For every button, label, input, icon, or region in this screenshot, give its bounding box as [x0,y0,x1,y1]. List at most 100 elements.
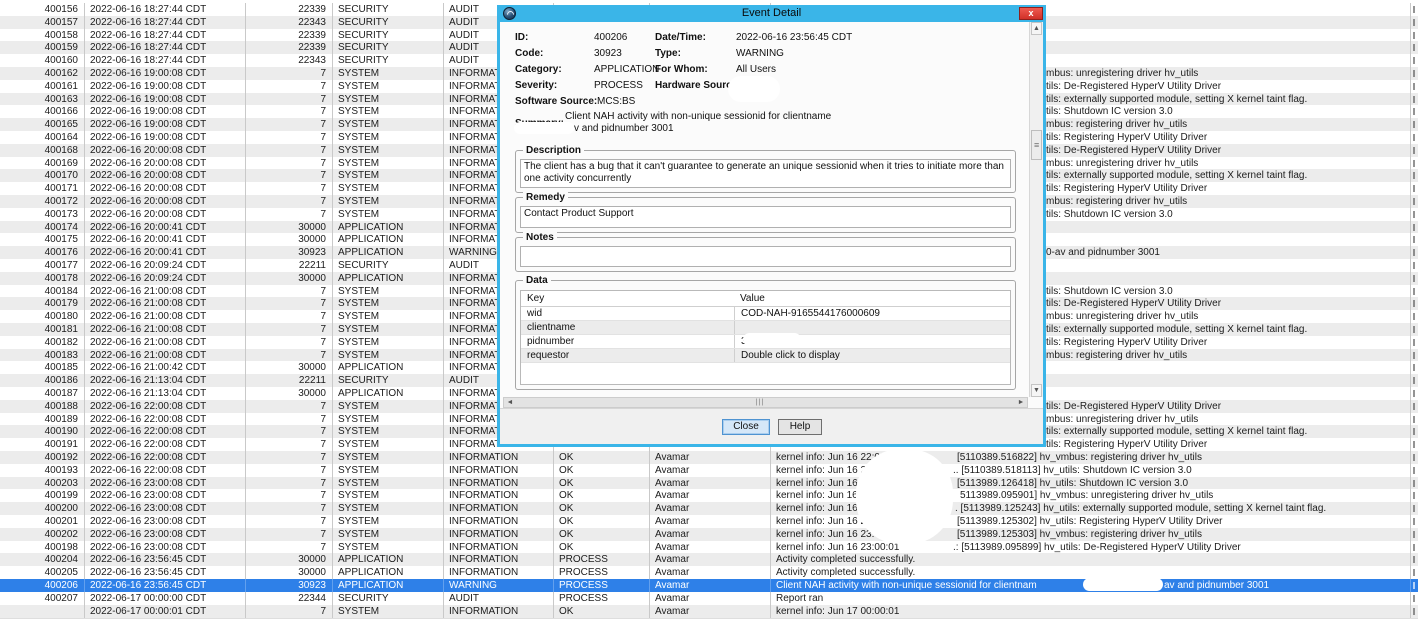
cell-id: 400162 [0,67,85,80]
cell-category: APPLICATION [333,579,444,592]
cell-code: 7 [246,438,333,451]
cell-code: 7 [246,489,333,502]
clipped-next-column-mark [1413,236,1415,243]
data-table-row[interactable]: widCOD-NAH-9165544176000609 [521,307,1010,321]
scroll-down-icon[interactable]: ▼ [1031,384,1042,397]
cell-source: Avamar [650,592,771,605]
cell-id: 400177 [0,259,85,272]
dialog-horizontal-scrollbar[interactable]: ◄ ||| ► [503,397,1028,408]
cell-timestamp: 2022-06-16 23:56:45 CDT [85,579,246,592]
cell-message: Activity completed successfully. [771,553,1411,566]
category-label: Category: [515,64,562,75]
cell-code: 7 [246,323,333,336]
clipped-next-column-mark [1413,582,1415,589]
cell-message-tail: tils: externally supported module, setti… [1046,169,1307,182]
cell-category: APPLICATION [333,221,444,234]
cell-timestamp: 2022-06-16 19:00:08 CDT [85,67,246,80]
cell-id: 400158 [0,29,85,42]
cell-source: Avamar [650,477,771,490]
dialog-title: Event Detail [497,7,1046,19]
cell-timestamp: 2022-06-16 20:00:41 CDT [85,221,246,234]
cell-code: 7 [246,157,333,170]
cell-category: SYSTEM [333,451,444,464]
cell-timestamp: 2022-06-16 18:27:44 CDT [85,29,246,42]
cell-timestamp: 2022-06-16 22:00:08 CDT [85,400,246,413]
type-value: WARNING [736,48,784,59]
scrollbar-grip-icon[interactable]: ||| [751,399,769,406]
cell-category: SECURITY [333,54,444,67]
clipped-next-column-mark [1413,492,1415,499]
key-header: Key [527,291,544,306]
cell-id: 400170 [0,169,85,182]
dialog-vertical-scrollbar[interactable]: ▲ ▼ [1029,22,1043,397]
notes-group: Notes [515,237,1016,272]
clipped-next-column-mark [1413,288,1415,295]
cell-category: SYSTEM [333,67,444,80]
description-group: Description The client has a bug that it… [515,150,1016,193]
cell-message: Report ran [771,592,1411,605]
vertical-scrollbar-thumb[interactable] [1031,130,1042,160]
cell-code: 7 [246,502,333,515]
cell-category: SYSTEM [333,515,444,528]
cell-code: 7 [246,182,333,195]
cell-timestamp: 2022-06-17 00:00:00 CDT [85,592,246,605]
notes-text[interactable] [520,246,1011,267]
cell-code: 7 [246,425,333,438]
cell-category: SYSTEM [333,477,444,490]
scroll-left-icon[interactable]: ◄ [504,398,516,407]
cell-code: 7 [246,336,333,349]
clipped-next-column-mark [1413,300,1415,307]
cell-category: SYSTEM [333,169,444,182]
cell-id: 400180 [0,310,85,323]
id-label: ID: [515,32,528,43]
cell-timestamp: 2022-06-16 23:56:45 CDT [85,553,246,566]
cell-id: 400193 [0,464,85,477]
table-row[interactable]: 2022-06-17 00:00:01 CDT7SYSTEMINFORMATIO… [0,605,1418,619]
cell-message-tail: tils: Registering HyperV Utility Driver [1046,336,1207,349]
cell-message-after-redaction: [5113989.125303] hv_vmbus: registering d… [957,528,1202,541]
cell-category: SYSTEM [333,195,444,208]
cell-category: SYSTEM [333,297,444,310]
cell-source: Avamar [650,528,771,541]
data-key: requestor [527,349,569,362]
clipped-next-column-mark [1413,441,1415,448]
cell-timestamp: 2022-06-16 19:00:08 CDT [85,93,246,106]
cell-timestamp: 2022-06-16 18:27:44 CDT [85,3,246,16]
cell-code: 30000 [246,387,333,400]
clipped-next-column-mark [1413,275,1415,282]
cell-status: OK [554,451,650,464]
cell-category: SYSTEM [333,605,444,618]
clipped-next-column-mark [1413,83,1415,90]
cell-timestamp: 2022-06-16 18:27:44 CDT [85,16,246,29]
cell-code: 7 [246,605,333,618]
description-text[interactable]: The client has a bug that it can't guara… [520,159,1011,188]
cell-code: 7 [246,515,333,528]
cell-timestamp: 2022-06-16 20:00:08 CDT [85,144,246,157]
cell-status: PROCESS [554,579,650,592]
clipped-next-column-mark [1413,211,1415,218]
clipped-next-column-mark [1413,454,1415,461]
cell-code: 7 [246,105,333,118]
cell-code: 22339 [246,41,333,54]
cell-message: kernel info: Jun 16 23:00:01.: [5113989.… [771,541,1411,554]
close-icon[interactable]: x [1019,7,1043,20]
scroll-up-icon[interactable]: ▲ [1031,22,1042,35]
help-button[interactable]: Help [778,419,822,435]
clipped-next-column-mark [1413,428,1415,435]
cell-status: OK [554,464,650,477]
cell-id: 400183 [0,349,85,362]
cell-id: 400202 [0,528,85,541]
cell-timestamp: 2022-06-16 20:00:41 CDT [85,246,246,259]
close-button[interactable]: Close [722,419,770,435]
severity-label: Severity: [515,80,557,91]
cell-category: SYSTEM [333,528,444,541]
clipped-next-column-mark [1413,313,1415,320]
clipped-next-column-mark [1413,224,1415,231]
cell-code: 22211 [246,259,333,272]
cell-source: Avamar [650,451,771,464]
remedy-text[interactable]: Contact Product Support [520,206,1011,228]
dialog-titlebar[interactable]: Event Detail x [497,5,1046,22]
data-table-row[interactable]: requestorDouble click to display [521,349,1010,363]
cell-id: 400191 [0,438,85,451]
scroll-right-icon[interactable]: ► [1015,398,1027,407]
